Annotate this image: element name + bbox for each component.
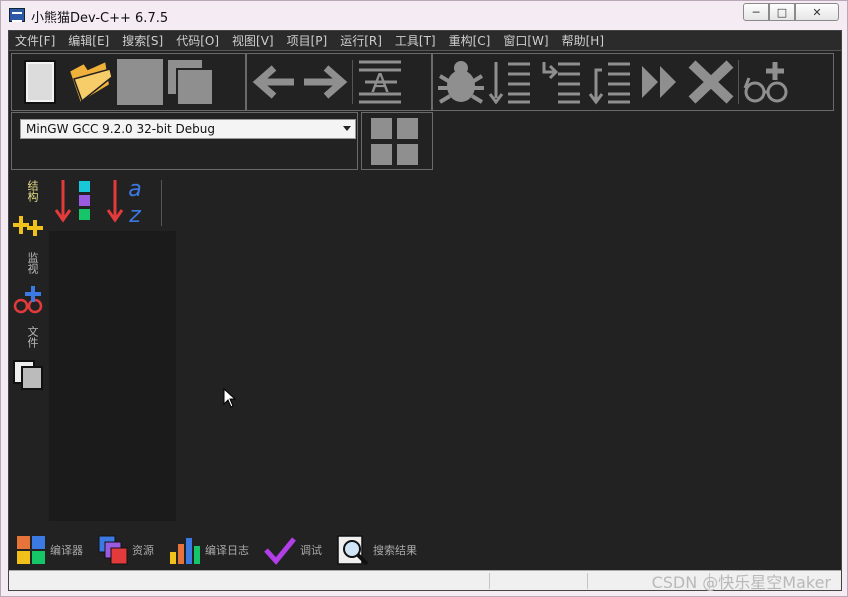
step-over-icon[interactable] xyxy=(586,56,636,108)
menu-edit[interactable]: 编辑[E] xyxy=(68,32,109,49)
add-class-icon[interactable] xyxy=(13,214,45,241)
layout-grid-icon[interactable] xyxy=(362,113,432,169)
sort-alphabetically-icon[interactable]: az xyxy=(105,177,149,228)
svg-text:z: z xyxy=(128,203,141,224)
copy-files-icon[interactable] xyxy=(12,359,46,394)
resource-icon xyxy=(98,535,128,565)
menu-tools[interactable]: 工具[T] xyxy=(395,32,436,49)
continue-icon[interactable] xyxy=(636,56,686,108)
compiler-toolbar: MinGW GCC 9.2.0 32-bit Debug xyxy=(11,112,358,170)
check-icon xyxy=(264,537,296,565)
tab-watch[interactable]: 监视 xyxy=(24,252,40,274)
main-toolbar: A xyxy=(11,53,834,111)
menu-bar: 文件[F] 编辑[E] 搜索[S] 代码[O] 视图[V] 项目[P] 运行[R… xyxy=(9,31,841,51)
toolbar-separator xyxy=(352,60,353,104)
toolbar-separator xyxy=(738,60,739,104)
app-logo-icon xyxy=(9,8,25,22)
chevron-down-icon xyxy=(343,126,351,131)
class-browser-panel[interactable] xyxy=(49,231,176,521)
svg-text:a: a xyxy=(128,178,141,202)
caption-buttons: ─ □ ✕ xyxy=(743,3,839,22)
step-out-icon[interactable] xyxy=(536,56,586,108)
menu-search[interactable]: 搜索[S] xyxy=(122,32,163,49)
tab-compiler[interactable]: 编译器 xyxy=(15,534,83,566)
layout-toolbar xyxy=(361,112,433,170)
compiler-select-value: MinGW GCC 9.2.0 32-bit Debug xyxy=(26,122,216,136)
bar-chart-icon xyxy=(170,538,200,564)
left-side-tabs: 结构 监视 文件 xyxy=(9,176,47,396)
new-file-icon[interactable] xyxy=(15,56,65,108)
menu-window[interactable]: 窗口[W] xyxy=(503,32,548,49)
menu-help[interactable]: 帮助[H] xyxy=(562,32,604,49)
add-watch-icon[interactable] xyxy=(13,284,45,319)
menu-file[interactable]: 文件[F] xyxy=(15,32,55,49)
status-separator xyxy=(587,573,588,589)
back-arrow-icon[interactable] xyxy=(250,56,300,108)
menu-project[interactable]: 项目[P] xyxy=(287,32,328,49)
save-icon[interactable] xyxy=(115,56,165,108)
step-into-icon[interactable] xyxy=(486,56,536,108)
window-title: 小熊猫Dev-C++ 6.7.5 xyxy=(31,11,169,26)
watermark: CSDN @快乐星空Maker xyxy=(651,573,831,592)
status-separator xyxy=(489,573,490,589)
compiler-select[interactable]: MinGW GCC 9.2.0 32-bit Debug xyxy=(20,119,356,139)
menu-run[interactable]: 运行[R] xyxy=(340,32,382,49)
menu-code[interactable]: 代码[O] xyxy=(176,32,219,49)
grid-icon xyxy=(17,536,45,564)
menu-view[interactable]: 视图[V] xyxy=(232,32,274,49)
tab-debug[interactable]: 调试 xyxy=(263,534,322,566)
tab-compile-log-label: 编译日志 xyxy=(205,544,249,557)
format-icon[interactable]: A xyxy=(355,56,405,108)
tab-resources[interactable]: 资源 xyxy=(97,534,154,566)
forward-arrow-icon[interactable] xyxy=(300,56,350,108)
tab-resources-label: 资源 xyxy=(132,544,154,557)
class-browser-toolbar: az xyxy=(49,176,169,228)
magnifier-icon xyxy=(337,535,369,566)
toolbar-separator xyxy=(161,180,162,226)
maximize-button[interactable]: □ xyxy=(769,3,795,21)
client-area: 文件[F] 编辑[E] 搜索[S] 代码[O] 视图[V] 项目[P] 运行[R… xyxy=(8,30,842,591)
mouse-cursor-icon xyxy=(223,388,237,408)
tab-files[interactable]: 文件 xyxy=(24,326,40,348)
save-all-icon[interactable] xyxy=(165,56,215,108)
sort-by-type-icon[interactable] xyxy=(53,178,93,227)
watch-add-icon[interactable] xyxy=(741,56,791,108)
menu-refactor[interactable]: 重构[C] xyxy=(449,32,491,49)
close-button[interactable]: ✕ xyxy=(795,3,839,21)
title-bar[interactable]: 小熊猫Dev-C++ 6.7.5 ─ □ ✕ xyxy=(1,1,847,29)
minimize-button[interactable]: ─ xyxy=(743,3,769,21)
bug-icon[interactable] xyxy=(436,56,486,108)
main-window: 小熊猫Dev-C++ 6.7.5 ─ □ ✕ 文件[F] 编辑[E] 搜索[S]… xyxy=(0,0,848,597)
svg-text:A: A xyxy=(371,69,389,99)
tab-search-results[interactable]: 搜索结果 xyxy=(336,534,417,566)
tab-compile-log[interactable]: 编译日志 xyxy=(168,534,249,566)
tab-compiler-label: 编译器 xyxy=(50,544,83,557)
stop-icon[interactable] xyxy=(686,56,736,108)
nav-toolbar: A xyxy=(246,53,432,111)
bottom-tabs: 编译器 资源 编译日志 调试 搜索结果 xyxy=(9,531,841,569)
file-toolbar xyxy=(11,53,246,111)
debug-toolbar xyxy=(432,53,834,111)
tab-search-results-label: 搜索结果 xyxy=(373,544,417,557)
tab-structure[interactable]: 结构 xyxy=(24,180,40,202)
tab-debug-label: 调试 xyxy=(300,544,322,557)
open-folder-icon[interactable] xyxy=(65,56,115,108)
